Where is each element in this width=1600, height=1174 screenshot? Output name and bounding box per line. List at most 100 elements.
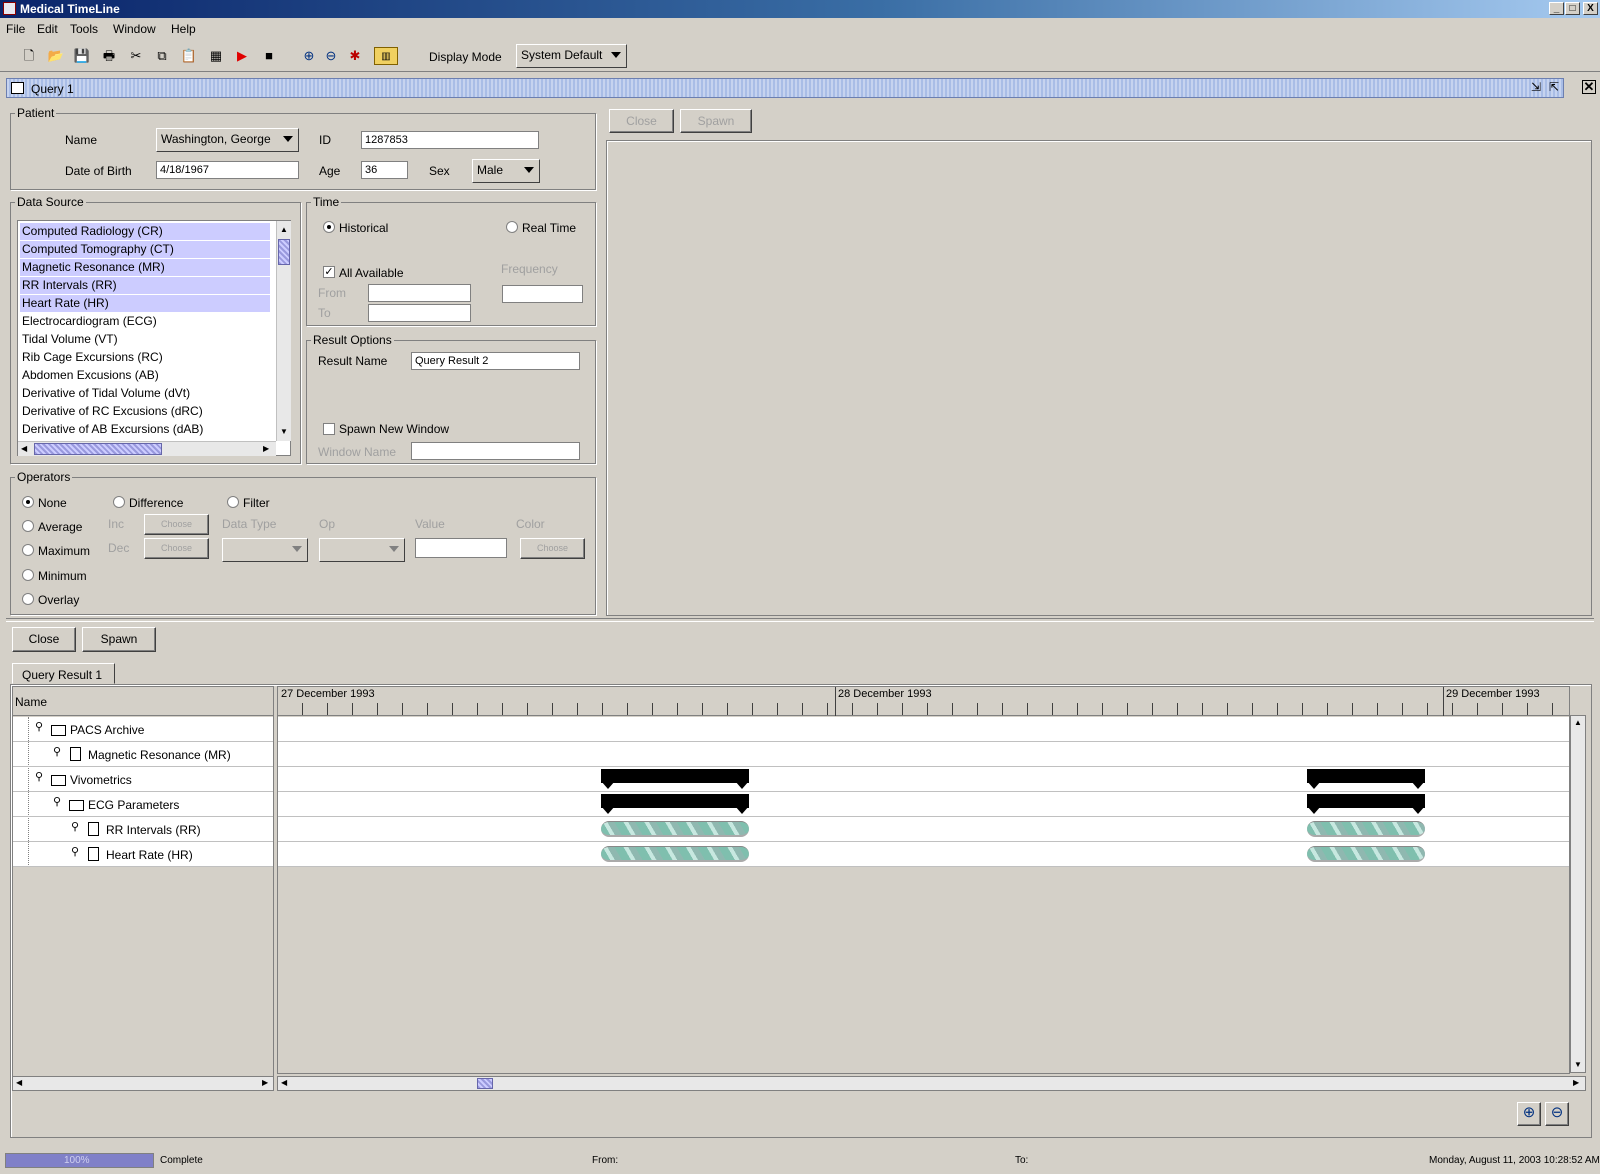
patient-name-select[interactable]: Washington, George <box>156 128 299 152</box>
scroll-down-icon[interactable]: ▼ <box>280 427 288 436</box>
maximum-radio[interactable] <box>22 544 34 556</box>
dob-field[interactable]: 4/18/1967 <box>156 161 299 179</box>
scroll-thumb[interactable] <box>278 239 290 265</box>
data-source-item[interactable]: Computed Tomography (CT) <box>20 241 270 258</box>
overlay-radio[interactable] <box>22 593 34 605</box>
data-source-vscroll[interactable]: ▲ ▼ <box>276 221 291 441</box>
results-tab[interactable]: Query Result 1 <box>12 663 115 684</box>
stop-icon[interactable]: ■ <box>260 47 278 65</box>
tree-row-mr[interactable]: ⚲ Magnetic Resonance (MR) <box>13 742 273 767</box>
maximize-button[interactable]: □ <box>1565 2 1580 15</box>
color-choose-button[interactable]: Choose <box>520 538 585 559</box>
signal-waveform[interactable] <box>601 821 749 837</box>
data-source-item[interactable]: Electrocardiogram (ECG) <box>20 313 270 330</box>
data-source-item[interactable]: Magnetic Resonance (MR) <box>20 259 270 276</box>
minimum-radio[interactable] <box>22 569 34 581</box>
scroll-right-icon[interactable]: ▶ <box>262 1078 268 1087</box>
data-source-item[interactable]: Tidal Volume (VT) <box>20 331 270 348</box>
timeline-bar[interactable] <box>601 794 749 814</box>
paste-icon[interactable]: 📋 <box>180 47 198 65</box>
zoom-in-icon[interactable]: ⊕ <box>300 47 318 65</box>
scroll-left-icon[interactable]: ◀ <box>21 444 27 453</box>
open-icon[interactable]: 📂 <box>47 47 65 65</box>
expand-handle-icon[interactable]: ⚲ <box>35 770 43 783</box>
restore-icon[interactable]: ⇱ <box>1549 80 1559 94</box>
signal-waveform[interactable] <box>601 846 749 862</box>
expand-handle-icon[interactable]: ⚲ <box>53 795 61 808</box>
close-window-button[interactable]: X <box>1583 2 1598 15</box>
data-source-item[interactable]: Computed Radiology (CR) <box>20 223 270 240</box>
hscroll-thumb[interactable] <box>34 443 162 455</box>
expand-handle-icon[interactable]: ⚲ <box>53 745 61 758</box>
expand-handle-icon[interactable]: ⚲ <box>71 820 79 833</box>
menu-edit[interactable]: Edit <box>37 22 58 36</box>
data-source-item[interactable]: Abdomen Excusions (AB) <box>20 367 270 384</box>
dec-choose-button[interactable]: Choose <box>144 538 209 559</box>
chart-icon[interactable]: ▥ <box>374 47 398 65</box>
tree-row-hr[interactable]: ⚲ Heart Rate (HR) <box>13 842 273 867</box>
tree-row-vivometrics[interactable]: ⚲ Vivometrics <box>13 767 273 792</box>
timeline-hscroll[interactable]: ◀ ▶ <box>277 1076 1586 1091</box>
data-source-item[interactable]: Derivative of Tidal Volume (dVt) <box>20 385 270 402</box>
from-field[interactable] <box>368 284 471 302</box>
data-source-item[interactable]: Heart Rate (HR) <box>20 295 270 312</box>
data-source-item[interactable]: Derivative of AB Excursions (dAB) <box>20 421 270 438</box>
play-icon[interactable]: ▶ <box>233 47 251 65</box>
table-icon[interactable]: ▦ <box>207 47 225 65</box>
scroll-left-icon[interactable]: ◀ <box>281 1078 287 1087</box>
timeline-zoom-in-button[interactable]: ⊕ <box>1517 1102 1541 1126</box>
timeline-zoom-out-button[interactable]: ⊖ <box>1545 1102 1569 1126</box>
expand-handle-icon[interactable]: ⚲ <box>71 845 79 858</box>
scroll-down-icon[interactable]: ▼ <box>1574 1060 1582 1069</box>
result-name-field[interactable]: Query Result 2 <box>411 352 580 370</box>
settings-icon[interactable]: ✱ <box>346 47 364 65</box>
minimize-button[interactable]: _ <box>1549 2 1564 15</box>
scroll-right-icon[interactable]: ▶ <box>263 444 269 453</box>
timeline-bar[interactable] <box>601 769 749 789</box>
none-radio[interactable] <box>22 496 34 508</box>
close-icon[interactable]: ✕ <box>1582 80 1596 94</box>
timeline-bar[interactable] <box>1307 794 1425 814</box>
copy-icon[interactable]: ⧉ <box>153 47 171 65</box>
results-spawn-button[interactable]: Spawn <box>82 627 156 652</box>
inc-choose-button[interactable]: Choose <box>144 514 209 535</box>
value-field[interactable] <box>415 538 507 558</box>
minimize-icon[interactable]: ⇲ <box>1531 80 1541 94</box>
window-name-field[interactable] <box>411 442 580 460</box>
preview-spawn-button[interactable]: Spawn <box>680 109 752 133</box>
op-select[interactable] <box>319 538 405 562</box>
scroll-up-icon[interactable]: ▲ <box>1574 718 1582 727</box>
display-mode-select[interactable]: System Default <box>516 44 627 68</box>
print-icon[interactable]: 🖶 <box>100 47 118 65</box>
filter-radio[interactable] <box>227 496 239 508</box>
data-source-item[interactable]: RR Intervals (RR) <box>20 277 270 294</box>
tree-row-pacs[interactable]: ⚲ PACS Archive <box>13 717 273 742</box>
menu-window[interactable]: Window <box>113 22 156 36</box>
save-icon[interactable]: 💾 <box>73 47 91 65</box>
results-close-button[interactable]: Close <box>12 627 76 652</box>
patient-id-field[interactable]: 1287853 <box>361 131 539 149</box>
data-source-item[interactable]: Rib Cage Excursions (RC) <box>20 349 270 366</box>
expand-handle-icon[interactable]: ⚲ <box>35 720 43 733</box>
age-field[interactable]: 36 <box>361 161 408 179</box>
zoom-out-icon[interactable]: ⊖ <box>322 47 340 65</box>
data-source-hscroll[interactable]: ◀ ▶ <box>18 441 276 456</box>
hscroll-thumb[interactable] <box>477 1078 493 1089</box>
sex-select[interactable]: Male <box>472 159 540 183</box>
difference-radio[interactable] <box>113 496 125 508</box>
menu-file[interactable]: File <box>6 22 25 36</box>
scroll-right-icon[interactable]: ▶ <box>1573 1078 1579 1087</box>
scroll-up-icon[interactable]: ▲ <box>280 225 288 234</box>
average-radio[interactable] <box>22 520 34 532</box>
splitter[interactable] <box>6 618 1594 622</box>
menu-tools[interactable]: Tools <box>70 22 98 36</box>
cut-icon[interactable]: ✂ <box>127 47 145 65</box>
spawn-new-window-checkbox[interactable] <box>323 423 335 435</box>
real-time-radio[interactable] <box>506 221 518 233</box>
name-hscroll[interactable]: ◀ ▶ <box>12 1076 274 1091</box>
data-source-item[interactable]: Derivative of RC Excusions (dRC) <box>20 403 270 420</box>
frequency-field[interactable] <box>502 285 583 303</box>
timeline-bar[interactable] <box>1307 769 1425 789</box>
menu-help[interactable]: Help <box>171 22 196 36</box>
to-field[interactable] <box>368 304 471 322</box>
